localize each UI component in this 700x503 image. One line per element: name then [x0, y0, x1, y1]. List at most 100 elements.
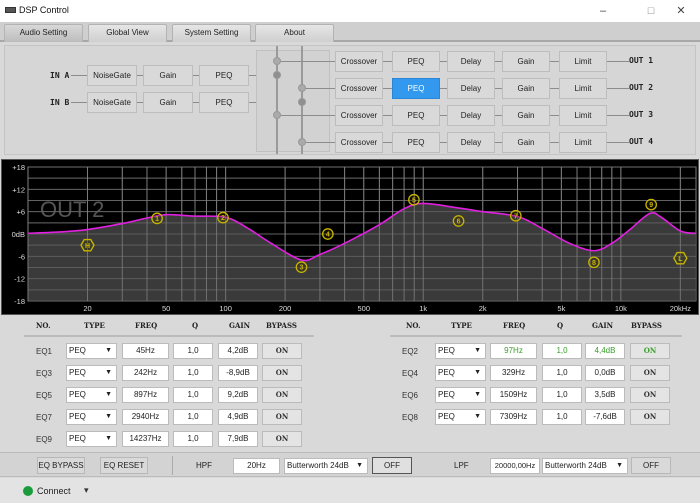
eq-gain-input[interactable]: 4,4dB — [585, 343, 625, 359]
eq-bypass-toggle[interactable]: ON — [262, 387, 302, 403]
eq-q-input[interactable]: 1,0 — [173, 365, 213, 381]
out4-peq-button[interactable]: PEQ — [392, 132, 440, 153]
eq-marker-7[interactable]: 7 — [509, 209, 522, 222]
eq-freq-input[interactable]: 329Hz — [490, 365, 537, 381]
eq-q-input[interactable]: 1,0 — [173, 431, 213, 447]
close-button[interactable]: ✕ — [671, 3, 691, 19]
in-b-noisegate-button[interactable]: NoiseGate — [87, 92, 137, 113]
out3-delay-button[interactable]: Delay — [447, 105, 495, 126]
eq-freq-input[interactable]: 242Hz — [122, 365, 169, 381]
eq-type-select[interactable]: PEQ ▼ — [435, 365, 486, 381]
eq-freq-input[interactable]: 2940Hz — [122, 409, 169, 425]
out2-peq-button[interactable]: PEQ — [392, 78, 440, 99]
eq-marker-5[interactable]: 5 — [408, 193, 420, 206]
eq-bypass-toggle[interactable]: ON — [262, 343, 302, 359]
eq-marker-2[interactable]: 2 — [217, 211, 229, 224]
matrix-node-out4[interactable] — [298, 138, 306, 146]
out4-delay-button[interactable]: Delay — [447, 132, 495, 153]
matrix-node-out2[interactable] — [298, 84, 306, 92]
out3-limit-button[interactable]: Limit — [559, 105, 607, 126]
eq-type-select[interactable]: PEQ ▼ — [66, 409, 117, 425]
eq-gain-input[interactable]: -7,6dB — [585, 409, 625, 425]
eq-q-input[interactable]: 1,0 — [542, 365, 582, 381]
lpf-freq-input[interactable]: 20000,00Hz — [490, 458, 540, 474]
eq-type-select[interactable]: PEQ ▼ — [435, 343, 486, 359]
matrix-node-out3[interactable] — [273, 111, 281, 119]
eq-freq-input[interactable]: 45Hz — [122, 343, 169, 359]
in-a-noisegate-button[interactable]: NoiseGate — [87, 65, 137, 86]
maximize-button[interactable]: ☐ — [641, 3, 661, 19]
out1-limit-button[interactable]: Limit — [559, 51, 607, 72]
out3-crossover-button[interactable]: Crossover — [335, 105, 383, 126]
eq-gain-input[interactable]: 4,2dB — [218, 343, 258, 359]
eq-type-select[interactable]: PEQ ▼ — [66, 387, 117, 403]
eq-type-select[interactable]: PEQ ▼ — [66, 343, 117, 359]
eq-type-select[interactable]: PEQ ▼ — [66, 365, 117, 381]
eq-marker-9[interactable]: 9 — [645, 198, 658, 211]
out2-gain-button[interactable]: Gain — [502, 78, 550, 99]
hpf-toggle-button[interactable]: OFF — [372, 457, 412, 474]
connect-dropdown-icon[interactable]: ▾ — [84, 485, 89, 496]
eq-q-input[interactable]: 1,0 — [542, 387, 582, 403]
out2-crossover-button[interactable]: Crossover — [335, 78, 383, 99]
eq-type-select[interactable]: PEQ ▼ — [66, 431, 117, 447]
eq-marker-8[interactable]: 8 — [588, 256, 600, 269]
out1-peq-button[interactable]: PEQ — [392, 51, 440, 72]
eq-gain-input[interactable]: 0,0dB — [585, 365, 625, 381]
eq-marker-3[interactable]: 3 — [295, 261, 308, 273]
connect-label[interactable]: Connect — [37, 486, 71, 496]
eq-marker-1[interactable]: 1 — [151, 212, 163, 225]
eq-bypass-toggle[interactable]: ON — [630, 365, 670, 381]
in-a-peq-button[interactable]: PEQ — [199, 65, 249, 86]
eq-gain-input[interactable]: 7,9dB — [218, 431, 258, 447]
tab-audio-setting[interactable]: Audio Setting — [4, 24, 83, 42]
eq-marker-4[interactable]: 4 — [321, 228, 334, 240]
tab-global-view[interactable]: Global View — [88, 24, 167, 42]
eq-bypass-toggle[interactable]: ON — [630, 409, 670, 425]
out4-crossover-button[interactable]: Crossover — [335, 132, 383, 153]
out2-delay-button[interactable]: Delay — [447, 78, 495, 99]
eq-bypass-button[interactable]: EQ BYPASS — [37, 457, 85, 474]
eq-gain-input[interactable]: 3,5dB — [585, 387, 625, 403]
eq-response-graph[interactable]: OUT 2 H123456789L +18 +12 +6 0dB -6 -12 -18 20… — [1, 159, 699, 315]
out4-limit-button[interactable]: Limit — [559, 132, 607, 153]
lpf-type-select[interactable]: Butterworth 24dB ▼ — [542, 458, 628, 474]
out1-gain-button[interactable]: Gain — [502, 51, 550, 72]
eq-gain-input[interactable]: 9,2dB — [218, 387, 258, 403]
eq-freq-input[interactable]: 897Hz — [122, 387, 169, 403]
eq-freq-input[interactable]: 7309Hz — [490, 409, 537, 425]
eq-freq-input[interactable]: 1509Hz — [490, 387, 537, 403]
eq-bypass-toggle[interactable]: ON — [630, 343, 670, 359]
matrix-node-in-a[interactable] — [273, 71, 281, 79]
hpf-type-select[interactable]: Butterworth 24dB ▼ — [284, 458, 368, 474]
in-b-gain-button[interactable]: Gain — [143, 92, 193, 113]
eq-bypass-toggle[interactable]: ON — [262, 409, 302, 425]
out4-gain-button[interactable]: Gain — [502, 132, 550, 153]
eq-marker-l[interactable]: L — [673, 251, 688, 265]
eq-chart-svg[interactable]: OUT 2 H1 23456789L +18+12+60dB-6-12-18 20… — [2, 160, 700, 316]
hpf-freq-input[interactable]: 20Hz — [233, 458, 280, 474]
eq-bypass-toggle[interactable]: ON — [262, 431, 302, 447]
eq-marker-6[interactable]: 6 — [452, 215, 465, 227]
eq-q-input[interactable]: 1,0 — [173, 343, 213, 359]
tab-about[interactable]: About — [255, 24, 334, 42]
matrix-node-out1[interactable] — [273, 57, 281, 65]
out1-crossover-button[interactable]: Crossover — [335, 51, 383, 72]
eq-type-select[interactable]: PEQ ▼ — [435, 387, 486, 403]
matrix-node-in-b[interactable] — [298, 98, 306, 106]
in-b-peq-button[interactable]: PEQ — [199, 92, 249, 113]
eq-gain-input[interactable]: 4,9dB — [218, 409, 258, 425]
eq-bypass-toggle[interactable]: ON — [630, 387, 670, 403]
minimize-button[interactable]: – — [593, 3, 613, 19]
out2-limit-button[interactable]: Limit — [559, 78, 607, 99]
out1-delay-button[interactable]: Delay — [447, 51, 495, 72]
tab-system-setting[interactable]: System Setting — [172, 24, 251, 42]
in-a-gain-button[interactable]: Gain — [143, 65, 193, 86]
eq-freq-input[interactable]: 14237Hz — [122, 431, 169, 447]
eq-q-input[interactable]: 1,0 — [173, 409, 213, 425]
eq-q-input[interactable]: 1,0 — [542, 343, 582, 359]
eq-marker-h[interactable]: H — [80, 238, 95, 252]
eq-q-input[interactable]: 1,0 — [173, 387, 213, 403]
eq-freq-input[interactable]: 97Hz — [490, 343, 537, 359]
eq-bypass-toggle[interactable]: ON — [262, 365, 302, 381]
